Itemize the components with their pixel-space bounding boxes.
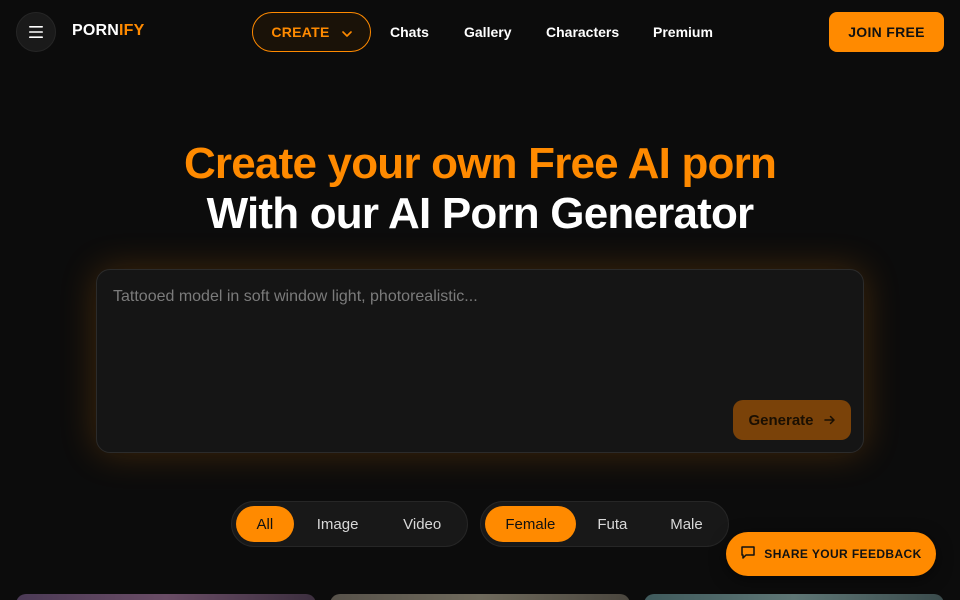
create-dropdown-button[interactable]: CREATE [252, 12, 371, 52]
feedback-label: SHARE YOUR FEEDBACK [764, 547, 922, 561]
filter-male[interactable]: Male [649, 506, 724, 542]
hamburger-icon [28, 25, 44, 39]
gallery-thumbnail[interactable] [644, 594, 944, 600]
hero-title-line-2: With our AI Porn Generator [206, 189, 755, 238]
generate-button[interactable]: Generate [733, 400, 851, 440]
filter-futa[interactable]: Futa [576, 506, 649, 542]
share-feedback-button[interactable]: SHARE YOUR FEEDBACK [726, 532, 936, 576]
menu-button[interactable] [16, 12, 56, 52]
logo-part-white: PORN [72, 22, 120, 39]
chevron-down-icon [341, 24, 352, 40]
logo[interactable]: PORNIFY [72, 22, 145, 40]
filter-all[interactable]: All [236, 506, 294, 542]
generate-label: Generate [748, 411, 814, 429]
page: PORNIFY CREATE Chats Gallery Characters … [0, 0, 960, 600]
join-free-button[interactable]: JOIN FREE [829, 12, 944, 52]
nav-gallery[interactable]: Gallery [464, 24, 511, 40]
prompt-box: Generate [96, 269, 864, 453]
chat-bubble-icon [740, 545, 756, 563]
prompt-input[interactable] [113, 288, 843, 388]
nav-premium[interactable]: Premium [653, 24, 713, 40]
filter-female[interactable]: Female [485, 506, 576, 542]
filter-video[interactable]: Video [381, 506, 463, 542]
filter-image[interactable]: Image [294, 506, 382, 542]
media-filter-group: All Image Video [231, 501, 468, 547]
nav-characters[interactable]: Characters [546, 24, 619, 40]
logo-part-orange: IFY [119, 22, 145, 39]
hero-title-line-1: Create your own Free AI porn [183, 139, 777, 188]
gender-filter-group: Female Futa Male [480, 501, 729, 547]
create-label: CREATE [271, 24, 330, 40]
nav-chats[interactable]: Chats [390, 24, 429, 40]
arrow-right-icon [823, 412, 836, 429]
gallery-thumbnail[interactable] [16, 594, 316, 600]
gallery-thumbnail[interactable] [330, 594, 630, 600]
